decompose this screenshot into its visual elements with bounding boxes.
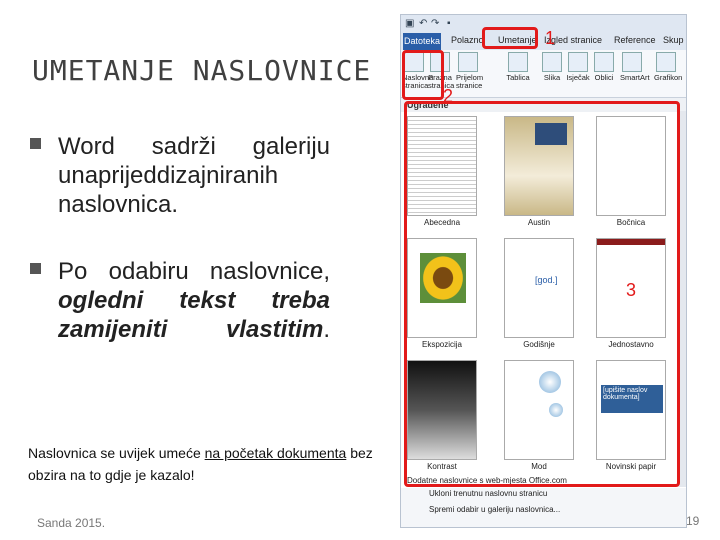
smartart-icon <box>622 52 642 72</box>
bullet-2-text: Po odabiru naslovnice, ogledni tekst tre… <box>58 257 330 344</box>
shapes-button[interactable]: Oblici <box>592 52 616 82</box>
page-break-icon <box>458 52 478 72</box>
clipart-button[interactable]: Isječak <box>566 52 590 82</box>
chart-icon <box>656 52 676 72</box>
page-break-label: Prijelom stranice <box>456 73 484 90</box>
shapes-label: Oblici <box>594 73 614 82</box>
page-break-button[interactable]: Prijelom stranice <box>456 52 484 90</box>
bullet-1-text: Word sadrži galeriju unaprijeddizajniran… <box>58 133 330 218</box>
bullet-2-bold: ogledni tekst treba zamijeniti vlastitim <box>58 287 330 343</box>
picture-button[interactable]: Slika <box>540 52 564 82</box>
quick-access-toolbar: ▣ ↶ ↷ ▪ <box>401 15 686 33</box>
bullet-1: Word sadrži galeriju unaprijeddizajniran… <box>30 132 330 219</box>
undo-icon[interactable]: ↶ <box>419 18 427 29</box>
bullet-2-end: . <box>323 316 330 343</box>
smartart-button[interactable]: SmartArt <box>620 52 650 82</box>
footer-author: Sanda 2015. <box>37 516 106 530</box>
table-button[interactable]: Tablica <box>506 52 530 82</box>
annotation-3: 3 <box>626 280 637 300</box>
clipart-label: Isječak <box>566 73 590 82</box>
picture-icon <box>542 52 562 72</box>
picture-label: Slika <box>543 73 561 82</box>
table-label: Tablica <box>506 73 530 82</box>
chart-label: Grafikon <box>654 73 683 82</box>
highlight-insert-tab <box>482 27 538 49</box>
annotation-1: 1 <box>545 28 556 48</box>
bullet-2-lead: Po odabiru naslovnice, <box>58 258 330 285</box>
highlight-cover-button <box>402 50 444 100</box>
bullet-2: Po odabiru naslovnice, ogledni tekst tre… <box>30 257 330 344</box>
clipart-icon <box>568 52 588 72</box>
chart-button[interactable]: Grafikon <box>654 52 682 82</box>
slide-number: 19 <box>686 514 700 528</box>
smartart-label: SmartArt <box>620 73 650 82</box>
bullet-marker <box>30 138 41 149</box>
note-pre: Naslovnica se uvijek umeće <box>28 445 201 461</box>
save-icon[interactable]: ▪ <box>447 18 451 29</box>
table-icon <box>508 52 528 72</box>
note-link: na početak dokumenta <box>204 445 347 461</box>
shapes-icon <box>594 52 614 72</box>
tab-file[interactable]: Datoteka <box>403 33 441 50</box>
word-logo-icon: ▣ <box>405 18 415 29</box>
menu-remove-cover[interactable]: Ukloni trenutnu naslovnu stranicu <box>429 489 547 498</box>
tab-home[interactable]: Polazno <box>451 35 484 45</box>
note-text: Naslovnica se uvijek umeće na početak do… <box>28 442 378 486</box>
highlight-gallery <box>404 101 680 487</box>
ribbon-tabs: Datoteka Polazno Umetanje Izgled stranic… <box>401 33 686 51</box>
bullet-marker <box>30 263 41 274</box>
tab-references[interactable]: Reference <box>614 35 656 45</box>
tab-mailings[interactable]: Skup <box>663 35 684 45</box>
slide-title: UMETANJE NASLOVNICE <box>32 54 372 87</box>
menu-save-selection[interactable]: Spremi odabir u galeriju naslovnica... <box>429 505 560 514</box>
redo-icon[interactable]: ↷ <box>431 18 439 29</box>
